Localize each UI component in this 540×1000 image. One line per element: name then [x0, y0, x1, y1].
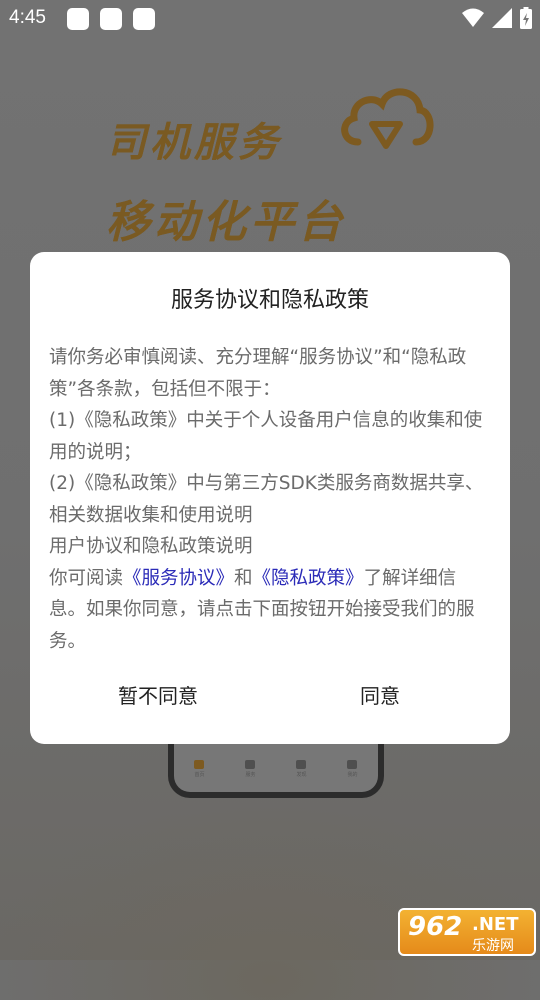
- app-notification-icon: [133, 8, 155, 30]
- home-icon: [194, 760, 205, 769]
- privacy-policy-link[interactable]: 《隐私政策》: [253, 568, 364, 589]
- person-icon: [347, 760, 358, 769]
- signal-icon: [492, 8, 512, 28]
- battery-charging-icon: [520, 7, 532, 29]
- service-agreement-link[interactable]: 《服务协议》: [123, 568, 234, 589]
- status-time: 4:45: [9, 7, 46, 28]
- watermark-site-name: 乐游网: [472, 938, 514, 954]
- compass-icon: [296, 760, 307, 769]
- dialog-paragraph-explanation: 用户协议和隐私政策说明: [49, 536, 253, 557]
- phone-tab-home: 首页: [194, 760, 205, 778]
- decorative-swoosh: [0, 800, 540, 1000]
- dialog-paragraph-item1: (1)《隐私政策》中关于个人设备用户信息的收集和使用的说明；: [49, 410, 483, 463]
- brand-title-line1: 司机服务: [106, 120, 282, 166]
- status-bar: 4:45: [0, 0, 540, 36]
- status-right-icons: [462, 7, 532, 29]
- dialog-title: 服务协议和隐私政策: [170, 288, 369, 313]
- dialog-body: 请你务必审慎阅读、充分理解“服务协议”和“隐私政策”各条款，包括但不限于： (1…: [49, 342, 492, 657]
- disagree-button[interactable]: 暂不同意: [118, 680, 198, 709]
- dialog-paragraph-intro: 请你务必审慎阅读、充分理解“服务协议”和“隐私政策”各条款，包括但不限于：: [49, 347, 467, 400]
- watermark-number: 962: [408, 912, 463, 942]
- dialog-paragraph-links: 你可阅读《服务协议》和《隐私政策》了解详细信息。如果你同意，请点击下面按钮开始接…: [49, 567, 475, 652]
- cloud-download-logo: [341, 88, 434, 149]
- phone-tab-service: 服务: [245, 760, 256, 778]
- car-icon: [245, 760, 256, 769]
- phone-tab-mine: 我的: [347, 760, 358, 778]
- dialog-paragraph-item2: (2)《隐私政策》中与第三方SDK类服务商数据共享、相关数据收集和使用说明: [49, 473, 484, 526]
- app-notification-icon: [67, 8, 89, 30]
- phone-tab-discover: 发现: [296, 760, 307, 778]
- app-notification-icon: [100, 8, 122, 30]
- privacy-dialog: 服务协议和隐私政策 请你务必审慎阅读、充分理解“服务协议”和“隐私政策”各条款，…: [30, 252, 510, 744]
- phone-tabbar: 首页 服务 发现 我的: [174, 756, 378, 782]
- wifi-icon: [462, 8, 484, 27]
- brand-title-line2: 移动化平台: [106, 197, 346, 248]
- site-watermark-logo: 962 .NET 乐游网: [398, 908, 536, 956]
- agree-button[interactable]: 同意: [360, 680, 400, 709]
- watermark-domain: .NET: [472, 914, 519, 935]
